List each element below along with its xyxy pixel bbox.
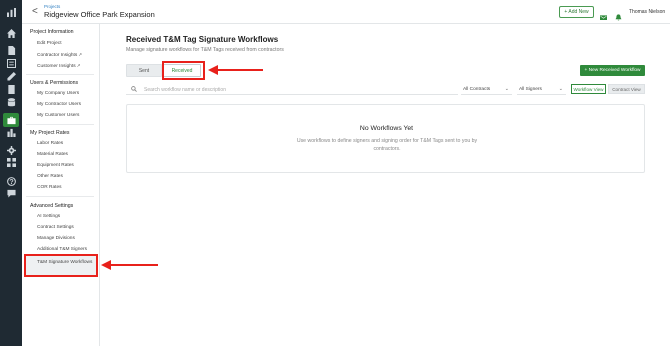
help-icon[interactable]: [6, 176, 16, 186]
bell-icon[interactable]: [615, 8, 622, 21]
workflow-view-toggle[interactable]: Workflow View: [571, 84, 606, 94]
document-icon[interactable]: [6, 45, 16, 55]
database-icon[interactable]: [6, 97, 16, 107]
pen-icon[interactable]: [6, 71, 16, 81]
settings-sidebar: Project Information Edit Project Contrac…: [22, 24, 100, 346]
sidebar-item-labor-rates[interactable]: Labor Rates: [37, 141, 63, 146]
section-divider: [26, 196, 94, 197]
chevron-down-icon: ⌄: [558, 86, 563, 92]
signers-filter-select[interactable]: All Signers ⌄: [517, 84, 566, 95]
external-link-icon: ↗: [78, 52, 83, 57]
sidebar-item-material-rates[interactable]: Material Rates: [37, 152, 68, 157]
top-header: < Projects Ridgeview Office Park Expansi…: [22, 0, 670, 24]
new-received-workflow-button[interactable]: + New Received Workflow: [580, 65, 645, 76]
select-value: All Contracts: [463, 87, 491, 92]
sidebar-item-my-contractor-users[interactable]: My Contractor Users: [37, 102, 81, 107]
section-title-advanced-settings: Advanced Settings: [30, 203, 74, 209]
sidebar-item-edit-project[interactable]: Edit Project: [37, 41, 62, 46]
empty-state-text: Use workflows to define signers and sign…: [296, 138, 478, 152]
gear-icon[interactable]: [6, 145, 16, 155]
project-title: Ridgeview Office Park Expansion: [44, 10, 155, 19]
page-subtitle: Manage signature workflows for T&M Tags …: [126, 47, 284, 53]
sidebar-item-additional-tm-signers[interactable]: Additional T&M Signers: [37, 247, 87, 252]
file-icon[interactable]: [6, 84, 16, 94]
highlight-signature-workflows-item: [24, 254, 98, 277]
contract-view-toggle[interactable]: Contract View: [608, 84, 645, 94]
grid-icon[interactable]: [6, 157, 16, 167]
sidebar-item-other-rates[interactable]: Other Rates: [37, 174, 63, 179]
section-title-users-permissions: Users & Permissions: [30, 80, 79, 86]
add-new-button[interactable]: + Add New: [559, 6, 594, 18]
sidebar-item-my-customer-users[interactable]: My Customer Users: [37, 113, 79, 118]
sidebar-item-equipment-rates[interactable]: Equipment Rates: [37, 163, 74, 168]
home-icon[interactable]: [6, 28, 16, 38]
sidebar-item-contractor-insights[interactable]: Contractor Insights↗: [37, 52, 82, 58]
section-divider: [26, 124, 94, 125]
section-title-my-project-rates: My Project Rates: [30, 130, 70, 136]
empty-state-panel: No Workflows Yet Use workflows to define…: [126, 104, 645, 173]
chart-icon[interactable]: [6, 127, 16, 137]
external-link-icon: ↗: [76, 63, 81, 68]
analytics-icon[interactable]: [6, 7, 16, 17]
app-window: < Projects Ridgeview Office Park Expansi…: [0, 0, 670, 346]
section-title-project-information: Project Information: [30, 29, 74, 35]
mail-icon[interactable]: [600, 8, 607, 20]
sidebar-item-cor-rates[interactable]: COR Rates: [37, 185, 62, 190]
contracts-filter-select[interactable]: All Contracts ⌄: [461, 84, 512, 95]
sidebar-item-label: Contractor Insights: [37, 53, 78, 58]
sidebar-item-ai-settings[interactable]: AI Settings: [37, 214, 60, 219]
user-menu[interactable]: Thomas Nielson: [629, 9, 665, 15]
app-nav-rail: [0, 0, 22, 346]
select-value: All Signers: [519, 87, 542, 92]
section-divider: [26, 74, 94, 75]
arrow-left-icon: [208, 65, 263, 75]
search-icon: [131, 86, 137, 92]
chat-icon[interactable]: [6, 188, 16, 198]
arrow-left-icon: [101, 260, 158, 270]
empty-state-title: No Workflows Yet: [359, 125, 414, 132]
sidebar-item-my-company-users[interactable]: My Company Users: [37, 91, 79, 96]
search-input[interactable]: [144, 85, 444, 94]
list-icon[interactable]: [6, 58, 16, 68]
chevron-down-icon: ⌄: [504, 86, 509, 92]
back-arrow-icon[interactable]: <: [32, 6, 38, 17]
tab-sent[interactable]: Sent: [126, 64, 162, 77]
sidebar-item-manage-divisions[interactable]: Manage Divisions: [37, 236, 75, 241]
sidebar-item-customer-insights[interactable]: Customer Insights↗: [37, 63, 80, 69]
highlight-received-tab: [162, 61, 205, 80]
sidebar-item-label: Customer Insights: [37, 64, 76, 69]
breadcrumb[interactable]: Projects: [44, 4, 60, 9]
search-bar: [126, 84, 458, 95]
page-title: Received T&M Tag Signature Workflows: [126, 35, 279, 44]
briefcase-icon[interactable]: [3, 113, 19, 127]
sidebar-item-contract-settings[interactable]: Contract Settings: [37, 225, 74, 230]
